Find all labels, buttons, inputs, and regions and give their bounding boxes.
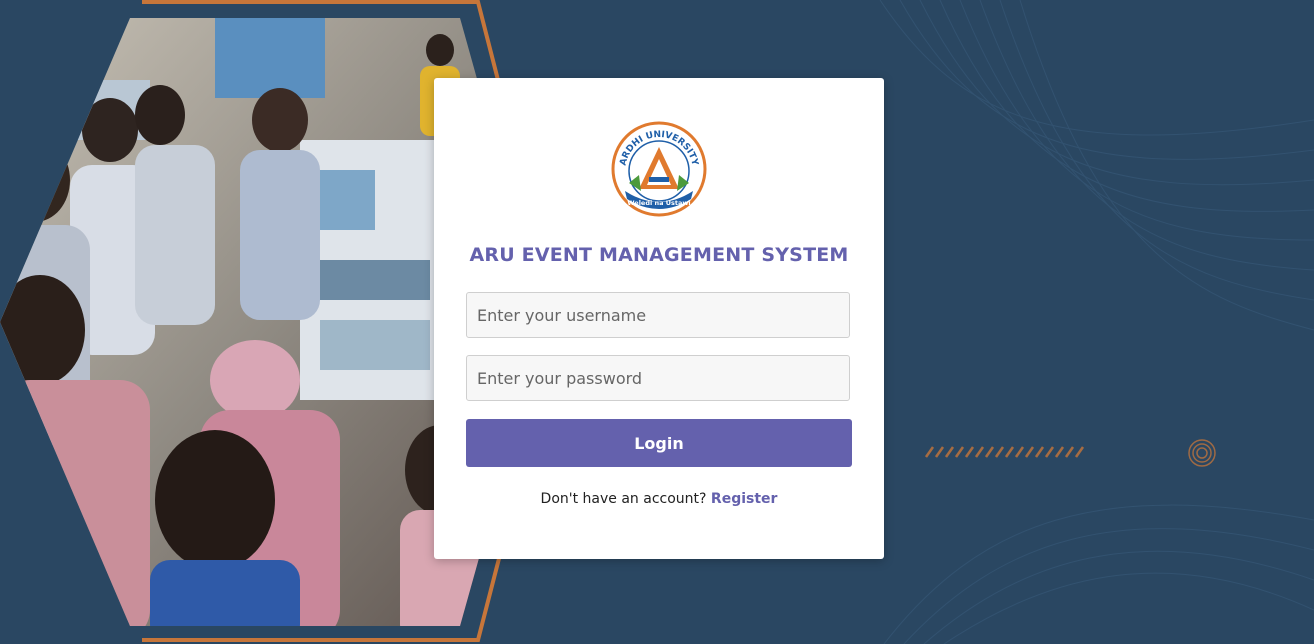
username-input[interactable] xyxy=(466,292,850,338)
register-prompt-text: Don't have an account? xyxy=(540,491,707,507)
ardhi-university-logo: ARDHI UNIVERSITY Weledi na Ustawi xyxy=(611,121,707,217)
login-page: ARDHI UNIVERSITY Weledi na Ustawi ARU EV… xyxy=(0,0,1314,644)
register-prompt-line: Don't have an account? Register xyxy=(434,491,884,507)
system-title: ARU EVENT MANAGEMENT SYSTEM xyxy=(469,244,849,266)
decorative-target-icon xyxy=(1188,439,1216,467)
login-button[interactable]: Login xyxy=(466,419,852,467)
decorative-stripes xyxy=(924,446,1085,458)
logo-ribbon-text: Weledi na Ustawi xyxy=(627,199,690,207)
login-card: ARDHI UNIVERSITY Weledi na Ustawi ARU EV… xyxy=(434,78,884,559)
password-input[interactable] xyxy=(466,355,850,401)
register-link[interactable]: Register xyxy=(711,491,778,507)
